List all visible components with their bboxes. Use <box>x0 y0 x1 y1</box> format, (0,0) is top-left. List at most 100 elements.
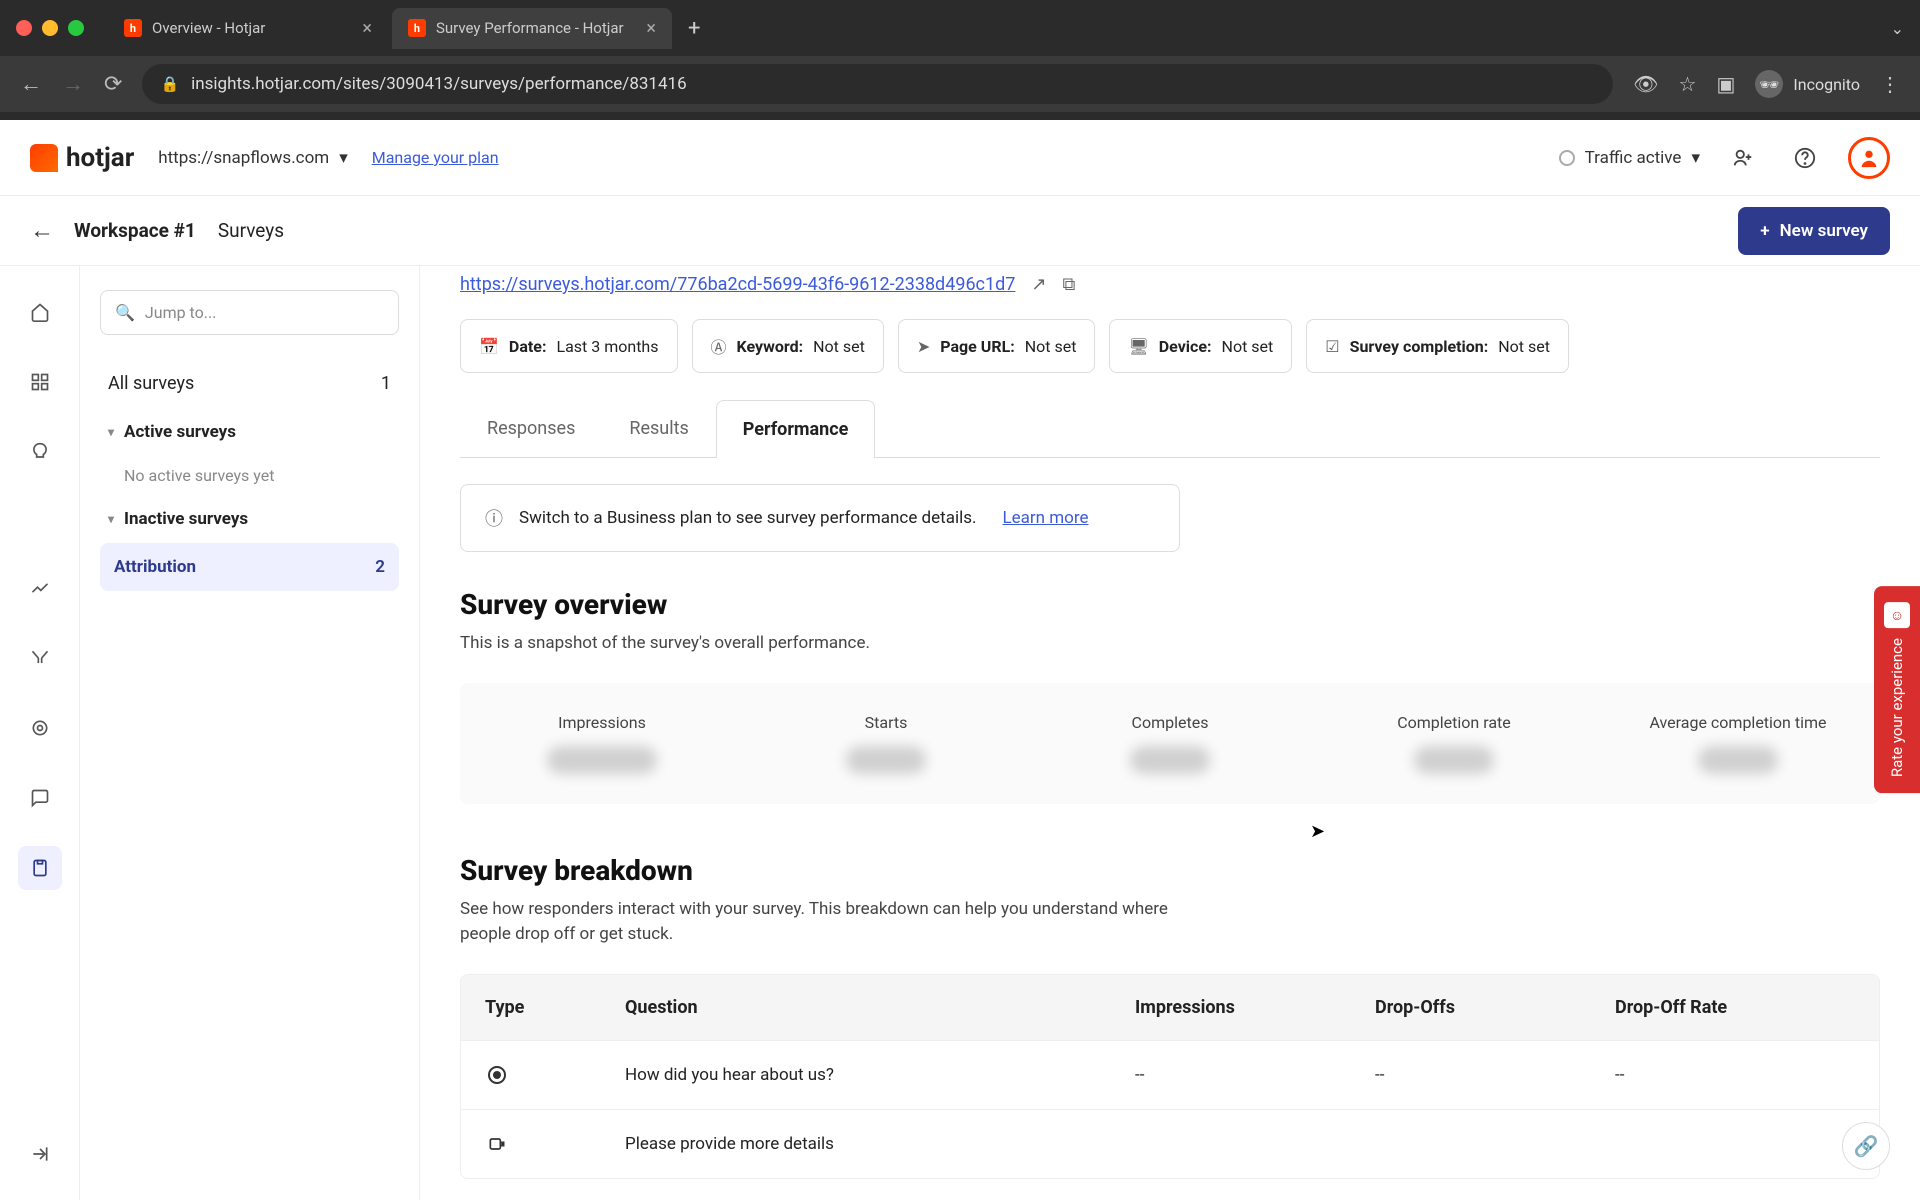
invite-user-icon[interactable] <box>1724 139 1762 177</box>
new-survey-label: New survey <box>1780 221 1868 241</box>
breadcrumb: Workspace #1 Surveys <box>74 219 284 242</box>
close-tab-icon[interactable]: × <box>646 18 656 39</box>
tab-responses[interactable]: Responses <box>460 399 602 457</box>
filter-label: Survey completion: <box>1350 337 1489 356</box>
jump-to-input[interactable]: 🔍 Jump to... <box>100 290 399 335</box>
rate-experience-tab[interactable]: Rate your experience ☺ <box>1874 586 1920 793</box>
section-name[interactable]: Surveys <box>218 219 284 242</box>
question-text: Please provide more details <box>625 1134 1135 1154</box>
trends-icon[interactable] <box>18 566 62 610</box>
extensions-icon[interactable]: ▣ <box>1716 72 1735 96</box>
heatmaps-icon[interactable] <box>18 706 62 750</box>
filter-completion[interactable]: ☑ Survey completion: Not set <box>1306 319 1569 373</box>
new-survey-button[interactable]: + New survey <box>1738 207 1890 255</box>
eye-off-icon[interactable]: 👁 <box>1633 72 1658 96</box>
tab-overflow-icon[interactable]: ⌄ <box>1891 19 1904 38</box>
bookmark-star-icon[interactable]: ☆ <box>1679 72 1697 96</box>
share-link-fab[interactable]: 🔗 <box>1842 1122 1890 1170</box>
cell-dropoffs: -- <box>1375 1065 1615 1085</box>
device-icon: 🖥 <box>1128 337 1148 356</box>
home-icon[interactable] <box>18 290 62 334</box>
filter-pageurl[interactable]: ➤ Page URL: Not set <box>898 319 1096 373</box>
new-tab-button[interactable]: + <box>688 16 700 41</box>
kebab-menu-icon[interactable]: ⋮ <box>1880 72 1900 96</box>
expand-sidebar-icon[interactable] <box>18 1132 62 1176</box>
filter-device[interactable]: 🖥 Device: Not set <box>1109 319 1292 373</box>
nav-rail <box>0 266 80 1200</box>
surveys-icon[interactable] <box>18 846 62 890</box>
th-type: Type <box>485 997 625 1018</box>
site-name: https://snapflows.com <box>158 148 329 168</box>
sidebar-item-attribution[interactable]: Attribution 2 <box>100 543 399 591</box>
chevron-down-icon: ▾ <box>1691 148 1700 168</box>
tab-results[interactable]: Results <box>602 399 715 457</box>
metric-label: Completes <box>1048 713 1292 732</box>
metric-label: Impressions <box>480 713 724 732</box>
manage-plan-link[interactable]: Manage your plan <box>372 148 499 167</box>
hotjar-favicon-icon: h <box>124 19 142 37</box>
maximize-window-icon[interactable] <box>68 20 84 36</box>
th-question: Question <box>625 997 1135 1018</box>
traffic-status-selector[interactable]: Traffic active ▾ <box>1559 148 1700 168</box>
mouse-cursor-icon: ➤ <box>1310 821 1325 842</box>
rate-tab-label: Rate your experience <box>1888 638 1906 777</box>
tab-performance[interactable]: Performance <box>716 400 876 458</box>
breakdown-title: Survey breakdown <box>460 854 1880 887</box>
addr-icons: 👁 ☆ ▣ 🕶 Incognito ⋮ <box>1633 70 1900 98</box>
help-icon[interactable] <box>1786 139 1824 177</box>
copy-icon[interactable]: ⧉ <box>1062 274 1075 295</box>
breakdown-table: Type Question Impressions Drop-Offs Drop… <box>460 974 1880 1179</box>
user-avatar[interactable] <box>1848 137 1890 179</box>
highlights-icon[interactable] <box>18 430 62 474</box>
metric-avg-time: Average completion time <box>1616 713 1860 774</box>
browser-tab-performance[interactable]: h Survey Performance - Hotjar × <box>392 8 672 49</box>
feedback-icon[interactable] <box>18 776 62 820</box>
plus-icon: + <box>1760 221 1769 241</box>
caret-down-icon: ▾ <box>108 425 114 439</box>
table-row: Please provide more details <box>461 1109 1879 1178</box>
close-tab-icon[interactable]: × <box>362 18 372 39</box>
filter-value: Not set <box>813 337 865 356</box>
filter-date[interactable]: 📅 Date: Last 3 months <box>460 319 678 373</box>
subheader: ← Workspace #1 Surveys + New survey <box>0 196 1920 266</box>
incognito-label: Incognito <box>1793 75 1860 94</box>
close-window-icon[interactable] <box>16 20 32 36</box>
th-dropoff-rate: Drop-Off Rate <box>1615 997 1855 1018</box>
learn-more-link[interactable]: Learn more <box>1002 508 1088 528</box>
reload-button-icon[interactable]: ⟳ <box>104 72 122 97</box>
survey-url-link[interactable]: https://surveys.hotjar.com/776ba2cd-5699… <box>460 274 1015 295</box>
workspace-name[interactable]: Workspace #1 <box>74 219 196 242</box>
filter-value: Last 3 months <box>556 337 658 356</box>
overview-title: Survey overview <box>460 588 1880 621</box>
incognito-badge[interactable]: 🕶 Incognito <box>1755 70 1860 98</box>
hotjar-logo[interactable]: hotjar <box>30 143 134 173</box>
browser-tab-overview[interactable]: h Overview - Hotjar × <box>108 8 388 49</box>
minimize-window-icon[interactable] <box>42 20 58 36</box>
window-controls <box>16 20 84 36</box>
metric-impressions: Impressions <box>480 713 724 774</box>
breakdown-subtext: See how responders interact with your su… <box>460 897 1180 948</box>
back-button-icon[interactable]: ← <box>20 71 42 97</box>
survey-url-row: https://surveys.hotjar.com/776ba2cd-5699… <box>460 266 1880 319</box>
metric-label: Starts <box>764 713 1008 732</box>
keyword-icon: Ⓐ <box>711 334 727 358</box>
back-arrow-icon[interactable]: ← <box>30 216 54 245</box>
url-field[interactable]: 🔒 insights.hotjar.com/sites/3090413/surv… <box>142 64 1613 104</box>
calendar-icon: 📅 <box>479 337 499 356</box>
site-selector[interactable]: https://snapflows.com ▾ <box>158 148 347 168</box>
all-surveys-row[interactable]: All surveys 1 <box>100 359 399 408</box>
sidebar-item-count: 2 <box>375 557 385 577</box>
external-link-icon[interactable]: ↗ <box>1031 274 1046 295</box>
metric-label: Completion rate <box>1332 713 1576 732</box>
inactive-surveys-group[interactable]: ▾ Inactive surveys <box>100 495 399 543</box>
filter-keyword[interactable]: Ⓐ Keyword: Not set <box>692 319 884 373</box>
hotjar-logo-icon <box>30 144 58 172</box>
th-impressions: Impressions <box>1135 997 1375 1018</box>
all-surveys-count: 1 <box>381 373 391 394</box>
filter-label: Keyword: <box>737 337 804 356</box>
active-surveys-group[interactable]: ▾ Active surveys <box>100 408 399 456</box>
dashboard-icon[interactable] <box>18 360 62 404</box>
blurred-value <box>1130 746 1210 774</box>
funnels-icon[interactable] <box>18 636 62 680</box>
upgrade-notice: ⓘ Switch to a Business plan to see surve… <box>460 484 1180 552</box>
